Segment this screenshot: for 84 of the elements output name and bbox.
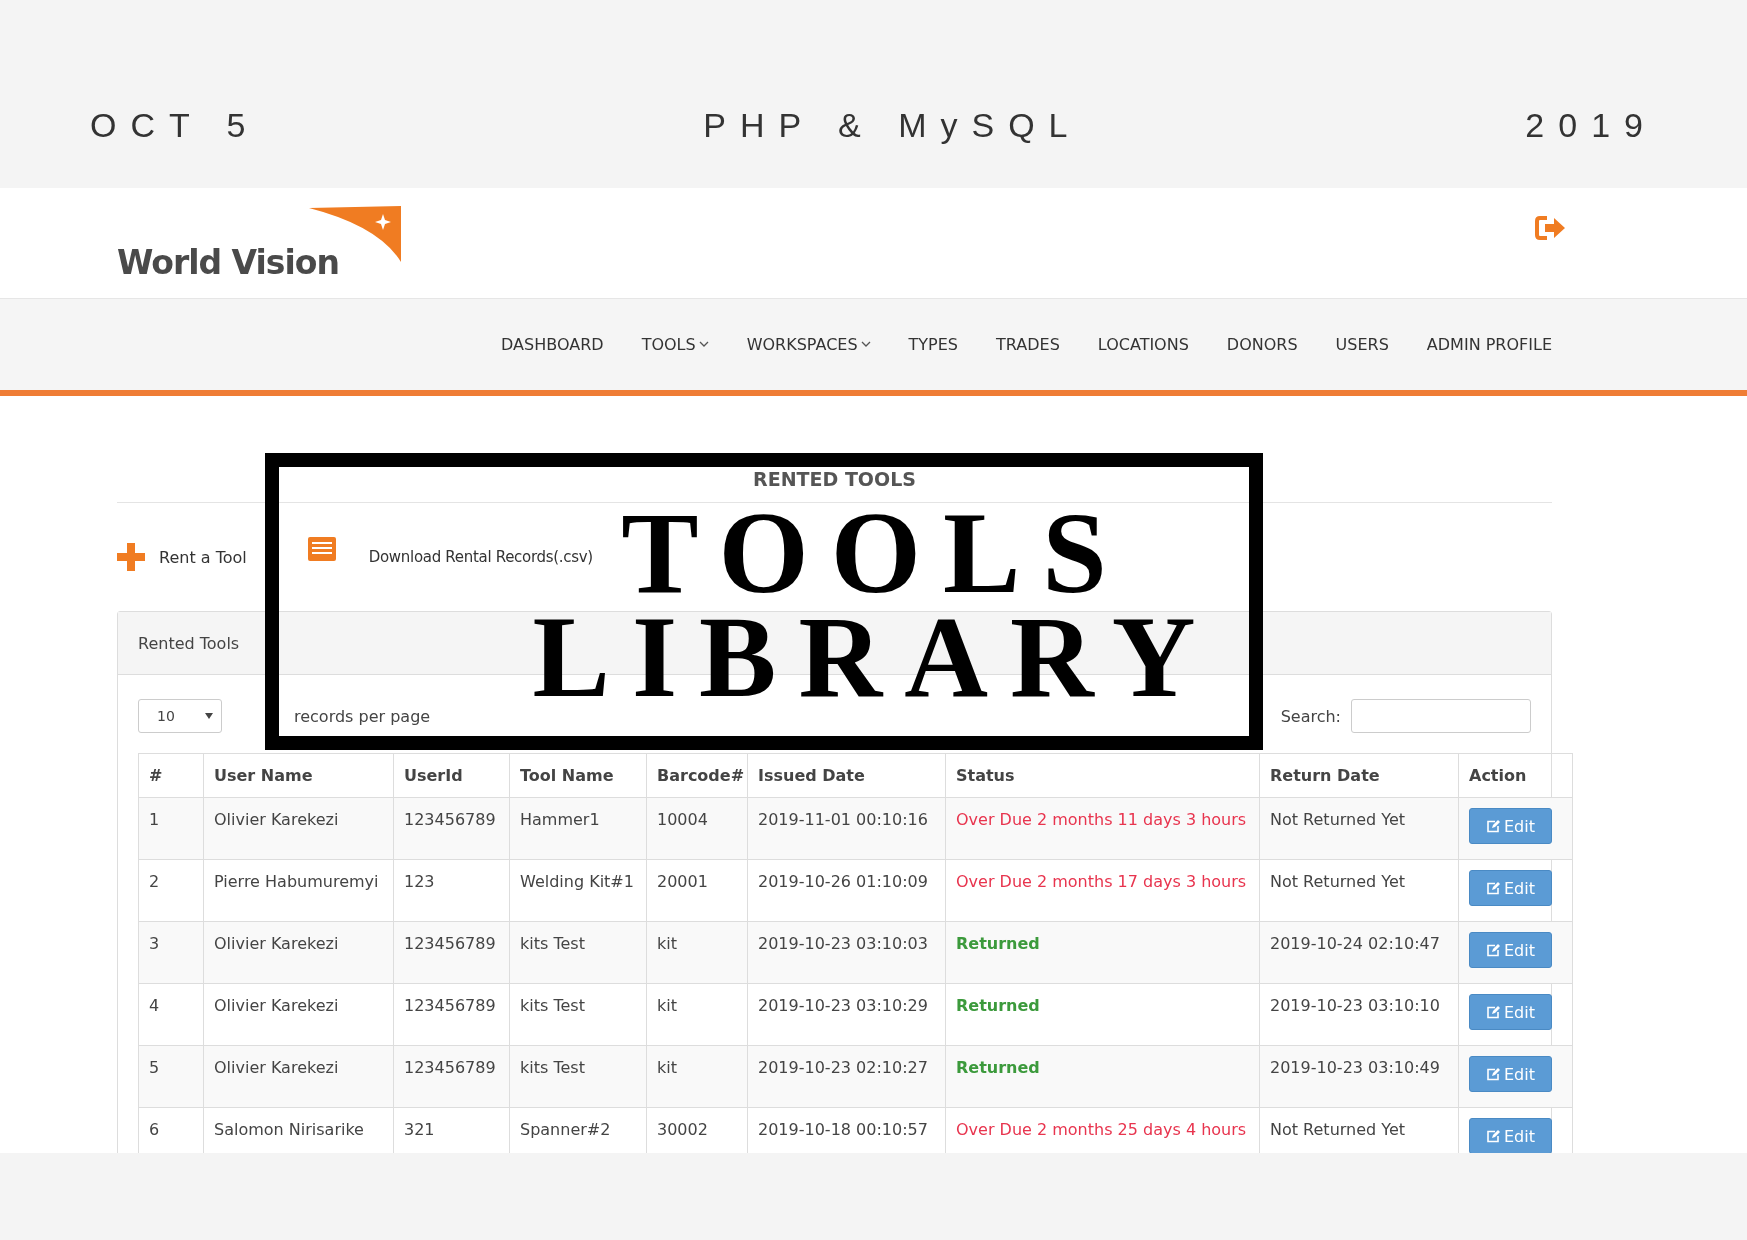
year-text: 2019 xyxy=(1525,105,1657,145)
nav-link[interactable]: DASHBOARD xyxy=(501,335,604,354)
table-cell: 4 xyxy=(138,983,204,1046)
status-cell: Returned xyxy=(945,921,1260,984)
table-cell: 123456789 xyxy=(393,1045,510,1108)
plus-icon xyxy=(117,543,145,571)
logo-text: World Vision xyxy=(117,243,339,282)
table-cell: 20001 xyxy=(646,859,748,922)
table-cell: 10004 xyxy=(646,797,748,860)
table-cell: 123456789 xyxy=(393,797,510,860)
page-title: RENTED TOOLS xyxy=(117,396,1552,503)
table-cell: 2019-10-23 03:10:10 xyxy=(1259,983,1459,1046)
table-cell: 123456789 xyxy=(393,921,510,984)
table-cell: kit xyxy=(646,983,748,1046)
table-cell: 2019-10-23 02:10:27 xyxy=(747,1045,946,1108)
column-header: Return Date xyxy=(1259,753,1459,798)
table-cell: 2019-10-24 02:10:47 xyxy=(1259,921,1459,984)
search-field[interactable] xyxy=(1351,699,1531,733)
nav-link[interactable]: USERS xyxy=(1335,335,1389,354)
edit-icon xyxy=(1486,881,1500,895)
table-cell: Hammer1 xyxy=(509,797,647,860)
nav-link[interactable]: LOCATIONS xyxy=(1097,335,1189,354)
page-size-label: records per page xyxy=(294,706,431,726)
logout-icon[interactable] xyxy=(1535,215,1567,241)
column-header: # xyxy=(138,753,204,798)
status-cell: Over Due 2 months 11 days 3 hours xyxy=(945,797,1260,860)
nav-link[interactable]: ADMIN PROFILE xyxy=(1426,335,1552,354)
table-cell: 123456789 xyxy=(393,983,510,1046)
status-cell: Returned xyxy=(945,1045,1260,1108)
page-size-select[interactable]: 10 xyxy=(138,699,222,733)
list-icon xyxy=(306,536,337,562)
table-cell: kit xyxy=(646,921,748,984)
table-cell: Not Returned Yet xyxy=(1259,797,1459,860)
status-cell: Returned xyxy=(945,983,1260,1046)
table-cell: kit xyxy=(646,1045,748,1108)
date-text: OCT 5 xyxy=(90,105,260,145)
nav-link[interactable]: WORKSPACES xyxy=(746,335,871,354)
table-cell: Olivier Karekezi xyxy=(203,797,394,860)
column-header: Action xyxy=(1458,753,1573,798)
table-cell: kits Test xyxy=(509,921,647,984)
panel-title: Rented Tools xyxy=(138,633,240,653)
table-cell: 5 xyxy=(138,1045,204,1108)
column-header: Tool Name xyxy=(509,753,647,798)
edit-icon xyxy=(1486,943,1500,957)
table-cell: 123 xyxy=(393,859,510,922)
edit-icon xyxy=(1486,1067,1500,1081)
edit-icon xyxy=(1486,1005,1500,1019)
overlay-title: LIBRARY xyxy=(532,604,1218,709)
table-cell: Olivier Karekezi xyxy=(203,921,394,984)
action-link[interactable]: Rent a Tool xyxy=(159,547,247,567)
table-cell: kits Test xyxy=(509,1045,647,1108)
caret-icon xyxy=(860,341,871,348)
table-cell: 2019-10-23 03:10:49 xyxy=(1259,1045,1459,1108)
search-label: Search: xyxy=(1280,706,1341,726)
table-cell: 2019-11-01 00:10:16 xyxy=(747,797,946,860)
nav-link[interactable]: TRADES xyxy=(996,335,1060,354)
table-cell: Welding Kit#1 xyxy=(509,859,647,922)
column-header: UserId xyxy=(393,753,510,798)
banner-title: PHP & MySQL xyxy=(703,105,1082,145)
table-cell: 2019-10-23 03:10:03 xyxy=(747,921,946,984)
caret-icon xyxy=(698,341,709,348)
column-header: Barcode# xyxy=(646,753,748,798)
table-cell: Olivier Karekezi xyxy=(203,1045,394,1108)
column-header: Status xyxy=(945,753,1260,798)
table-cell: 1 xyxy=(138,797,204,860)
table-cell: 2019-10-26 01:10:09 xyxy=(747,859,946,922)
table-cell: 3 xyxy=(138,921,204,984)
overlay-title: TOOLS xyxy=(621,500,1129,605)
nav-link[interactable]: TYPES xyxy=(908,335,959,354)
table-cell: Pierre Habumuremyi xyxy=(203,859,394,922)
action-link[interactable]: Download Rental Records(.csv) xyxy=(368,548,593,566)
table-cell: Olivier Karekezi xyxy=(203,983,394,1046)
status-cell: Over Due 2 months 17 days 3 hours xyxy=(945,859,1260,922)
nav-link[interactable]: DONORS xyxy=(1226,335,1298,354)
table-cell: kits Test xyxy=(509,983,647,1046)
table-cell: 2019-10-23 03:10:29 xyxy=(747,983,946,1046)
column-header: User Name xyxy=(203,753,394,798)
table-cell: 2 xyxy=(138,859,204,922)
edit-icon xyxy=(1486,819,1500,833)
nav-link[interactable]: TOOLS xyxy=(641,335,709,354)
column-header: Issued Date xyxy=(747,753,946,798)
edit-icon xyxy=(1486,1129,1500,1143)
table-cell: Not Returned Yet xyxy=(1259,859,1459,922)
caret-icon xyxy=(205,713,213,719)
